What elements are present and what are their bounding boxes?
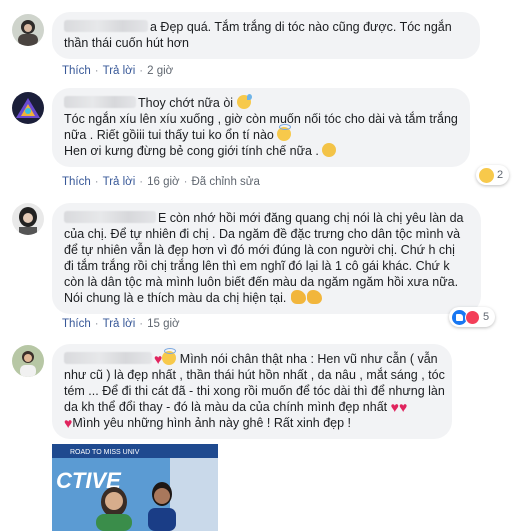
comment-text-line: Mình nói chân thật nha : Hen vũ như cẫn … (179, 352, 438, 366)
flexed-biceps-emoji-icon (306, 290, 322, 304)
comment-bubble: Thoy chớt nữa òi Tóc ngắn xíu lên xíu xu… (52, 88, 470, 167)
comment-text-line: Thoy chớt nữa òi (138, 96, 234, 110)
comment-text-line: để tự nhiên vẫn là đẹp hơn vì đó mới đún… (64, 243, 455, 257)
comment-text-line: đi tắm trắng rồi chị trắng lên thì em ng… (64, 259, 450, 273)
like-link[interactable]: Thích (62, 318, 91, 330)
comment-meta: Thích · Trả lời · 2 giờ (62, 65, 174, 77)
comment-attached-photo[interactable]: ROAD TO MISS UNIV CTIVE (52, 444, 218, 531)
halo-emoji-icon (162, 348, 177, 365)
like-link[interactable]: Thích (62, 176, 91, 188)
commenter-name-redacted[interactable] (64, 20, 148, 32)
comment-text-line: còn là dân tộc mà mình luôn biết đến màu… (64, 275, 459, 289)
commenter-name-redacted[interactable] (64, 211, 156, 223)
comment-text-line: a Đẹp quá. Tắm trắng di tóc nào cũng đượ… (150, 20, 452, 34)
comment-meta: Thích · Trả lời · 15 giờ (62, 318, 180, 330)
comment-text-line: Hen ơi kưng đừng bẻ cong giới tính chế n… (64, 144, 319, 158)
comment-bubble: ♥ Mình nói chân thật nha : Hen vũ như cẫ… (52, 344, 452, 439)
reaction-summary[interactable]: 2 (476, 165, 510, 185)
commenter-avatar[interactable] (12, 203, 44, 235)
haha-reaction-icon (479, 167, 494, 183)
commenter-name-redacted[interactable] (64, 352, 152, 364)
comment-text-line: nữa . Riết gồiii tui thấy tui ko ổn tí n… (64, 128, 274, 142)
halo-emoji-icon (277, 124, 292, 141)
worried-emoji-icon (322, 143, 337, 157)
comment-text-line: Tóc ngắn xíu lên xíu xuống , giờ còn muố… (64, 112, 458, 126)
heart-emoji-icon: ♥ (398, 399, 408, 415)
comment-text-line: như cũ ) là đẹp nhất , thần thái hút hồn… (64, 368, 445, 382)
comment-bubble: a Đẹp quá. Tắm trắng di tóc nào cũng đượ… (52, 12, 480, 59)
reply-link[interactable]: Trả lời (103, 176, 136, 188)
comment-text-line: E còn nhớ hồi mới đăng quang chị nói là … (158, 211, 464, 225)
love-reaction-icon (465, 309, 480, 325)
comment-meta: Thích · Trả lời · 16 giờ · Đã chỉnh sửa (62, 176, 260, 188)
grinning-sweat-emoji-icon (236, 94, 252, 109)
comment-time[interactable]: 15 giờ (147, 318, 179, 330)
reply-link[interactable]: Trả lời (103, 318, 136, 330)
banner-text: ROAD TO MISS UNIV (70, 449, 140, 456)
heart-emoji-icon: ♥ (390, 399, 399, 415)
comment-time[interactable]: 2 giờ (147, 65, 173, 77)
comment-text-line: Mình yêu những hình ảnh này ghê ! Rất xi… (72, 416, 352, 430)
commenter-avatar[interactable] (12, 92, 44, 124)
like-link[interactable]: Thích (62, 65, 91, 77)
comment-text-line: của chị. Để tự nhiên đi chị . Da ngăm đề… (64, 227, 461, 241)
comment-text-line: tém ... Để đi thi cát đã - thi xong rồi … (64, 384, 445, 398)
reaction-count: 5 (483, 311, 490, 323)
comment-text-line: thần thái cuốn hút hơn (64, 36, 189, 50)
comment-text-line: Nói chung là e thích màu da chị hiện tại… (64, 291, 287, 305)
heart-emoji-icon: ♥ (154, 351, 163, 367)
commenter-avatar[interactable] (12, 345, 44, 377)
comment-time[interactable]: 16 giờ (147, 176, 179, 188)
reaction-count: 2 (497, 169, 504, 181)
edited-label[interactable]: Đã chỉnh sửa (191, 176, 259, 188)
commenter-name-redacted[interactable] (64, 96, 136, 108)
comment-text-line: da kh thể đổi thay - đó là màu da của ch… (64, 400, 388, 414)
reply-link[interactable]: Trả lời (103, 65, 136, 77)
flexed-biceps-emoji-icon (290, 290, 306, 304)
reaction-summary[interactable]: 5 (449, 307, 496, 327)
comment-bubble: E còn nhớ hồi mới đăng quang chị nói là … (52, 203, 481, 314)
commenter-avatar[interactable] (12, 14, 44, 46)
